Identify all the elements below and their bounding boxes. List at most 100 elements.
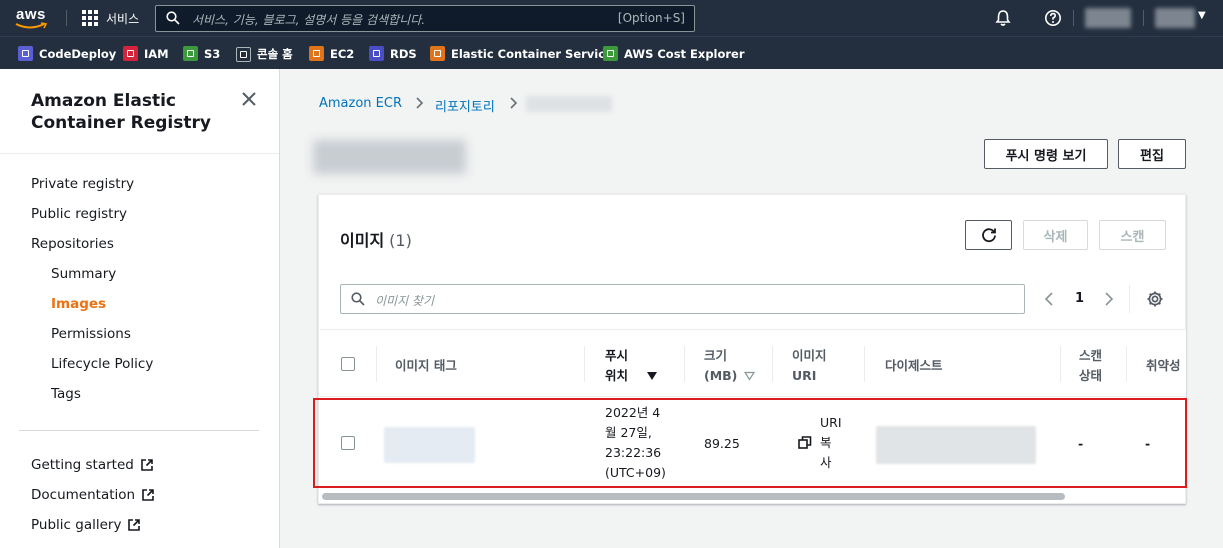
refresh-icon <box>981 228 996 243</box>
sidebar-item-lifecycle-policy[interactable]: Lifecycle Policy <box>51 356 153 372</box>
search-placeholder: 서비스, 기능, 블로그, 설명서 등을 검색합니다. <box>192 13 426 27</box>
s3-icon <box>183 46 198 61</box>
region-menu[interactable] <box>1085 8 1131 28</box>
column-header-text: 크기 <box>704 348 728 363</box>
column-header-text: 푸시 <box>605 348 629 363</box>
sidebar-link-public-gallery[interactable]: Public gallery <box>31 517 141 533</box>
sidebar-item-private-registry[interactable]: Private registry <box>31 176 134 192</box>
column-divider <box>376 346 377 382</box>
ec2-icon <box>309 46 324 61</box>
global-search-input[interactable]: 서비스, 기능, 블로그, 설명서 등을 검색합니다. [Option+S] <box>155 5 695 32</box>
favorite-codedeploy[interactable]: CodeDeploy <box>18 46 116 61</box>
sidebar-item-label: Lifecycle Policy <box>51 356 154 372</box>
refresh-button[interactable] <box>965 220 1012 250</box>
column-header-text: URI <box>792 368 817 383</box>
favorite-iam[interactable]: IAM <box>123 46 169 61</box>
sort-icon <box>744 371 756 381</box>
select-all-checkbox[interactable] <box>341 357 355 371</box>
sidebar-link-label: Public gallery <box>31 517 122 533</box>
sidebar-item-permissions[interactable]: Permissions <box>51 326 131 342</box>
favorite-label: IAM <box>144 46 169 61</box>
favorite-ec2[interactable]: EC2 <box>309 46 354 61</box>
sidebar-item-label: Summary <box>51 266 117 282</box>
sidebar: Amazon Elastic Container Registry Privat… <box>0 69 280 548</box>
column-header-digest[interactable]: 다이제스트 <box>885 356 943 376</box>
column-divider <box>584 346 585 382</box>
sidebar-link-getting-started[interactable]: Getting started <box>31 457 154 473</box>
cost-explorer-icon <box>603 46 618 61</box>
close-icon[interactable] <box>240 90 258 108</box>
sidebar-item-label: Permissions <box>51 326 131 342</box>
sidebar-item-public-registry[interactable]: Public registry <box>31 206 127 222</box>
highlight-box <box>313 398 1187 488</box>
bell-icon[interactable] <box>994 9 1012 27</box>
chevron-down-icon: ▼ <box>1198 10 1206 21</box>
account-menu[interactable] <box>1155 8 1195 28</box>
images-title: 이미지 <box>340 231 385 250</box>
favorite-ecs[interactable]: Elastic Container Service <box>430 46 613 61</box>
favorite-cost-explorer[interactable]: AWS Cost Explorer <box>603 46 745 61</box>
view-push-commands-button[interactable]: 푸시 명령 보기 <box>984 139 1108 169</box>
edit-button[interactable]: 편집 <box>1118 139 1186 169</box>
column-header-pushed-at[interactable]: 푸시 위치 <box>605 346 658 386</box>
aws-logo-text: aws <box>16 6 46 23</box>
favorite-rds[interactable]: RDS <box>369 46 417 61</box>
sidebar-link-documentation[interactable]: Documentation <box>31 487 155 503</box>
sidebar-item-label: Public registry <box>31 206 127 222</box>
delete-button[interactable]: 삭제 <box>1023 220 1088 250</box>
external-link-icon <box>142 489 154 501</box>
favorite-label: RDS <box>390 46 417 61</box>
aws-logo[interactable]: aws <box>14 6 50 30</box>
sidebar-item-repositories[interactable]: Repositories <box>31 236 114 252</box>
image-filter-input[interactable]: 이미지 찾기 <box>340 284 1025 314</box>
favorite-label: 콘솔 홈 <box>257 47 293 61</box>
services-label: 서비스 <box>106 11 140 26</box>
sidebar-item-images[interactable]: Images <box>51 296 106 312</box>
favorite-console-home[interactable]: 콘솔 홈 <box>236 46 293 62</box>
nav-divider <box>1143 10 1144 26</box>
favorites-bar: CodeDeploy IAM S3 콘솔 홈 EC2 RDS Elastic C… <box>0 36 1223 69</box>
sort-descending-icon <box>647 372 658 380</box>
column-header-scan-status[interactable]: 스캔 상태 <box>1079 346 1102 386</box>
sidebar-item-tags[interactable]: Tags <box>51 386 81 402</box>
external-link-icon <box>128 519 141 531</box>
nav-divider <box>66 10 67 26</box>
favorite-label: Elastic Container Service <box>451 46 613 61</box>
current-page[interactable]: 1 <box>1075 291 1084 306</box>
column-header-text: 이미지 <box>792 348 827 363</box>
column-header-image-tag[interactable]: 이미지 태그 <box>395 356 457 376</box>
chevron-right-icon <box>416 97 424 109</box>
column-header-image-uri: 이미지 URI <box>792 346 827 386</box>
sidebar-item-label: Images <box>51 296 107 312</box>
column-header-text: (MB) <box>704 368 738 383</box>
sidebar-divider <box>19 430 259 431</box>
chevron-right-icon[interactable] <box>1103 291 1115 307</box>
breadcrumb-repositories[interactable]: 리포지토리 <box>435 96 495 115</box>
column-header-vulnerabilities[interactable]: 취약성 <box>1146 356 1181 376</box>
sidebar-link-label: Getting started <box>31 457 134 473</box>
pagination-divider <box>1129 285 1130 313</box>
aws-smile-icon <box>15 22 48 29</box>
table-header: 이미지 태그 푸시 위치 크기 (MB) 이미지 URI 다이제스트 스캔 상태… <box>320 329 1186 397</box>
nav-divider <box>1073 10 1074 26</box>
sidebar-item-summary[interactable]: Summary <box>51 266 116 282</box>
scan-button[interactable]: 스캔 <box>1099 220 1166 250</box>
chevron-left-icon[interactable] <box>1043 291 1055 307</box>
services-menu[interactable]: 서비스 <box>82 10 139 26</box>
gear-icon[interactable] <box>1146 290 1164 308</box>
console-home-icon <box>236 46 251 62</box>
sidebar-item-label: Tags <box>51 386 81 402</box>
column-header-size[interactable]: 크기 (MB) <box>704 346 756 386</box>
search-icon <box>351 292 365 306</box>
favorite-label: S3 <box>204 46 221 61</box>
external-link-icon <box>141 459 153 471</box>
favorite-s3[interactable]: S3 <box>183 46 220 61</box>
iam-icon <box>123 46 138 61</box>
chevron-right-icon <box>510 97 518 109</box>
help-icon[interactable] <box>1044 9 1062 27</box>
sidebar-title: Amazon Elastic Container Registry <box>31 91 211 133</box>
favorite-label: EC2 <box>330 46 355 61</box>
breadcrumb-amazon-ecr[interactable]: Amazon ECR <box>319 96 402 111</box>
horizontal-scrollbar[interactable] <box>322 493 1065 500</box>
codedeploy-icon <box>18 46 33 61</box>
